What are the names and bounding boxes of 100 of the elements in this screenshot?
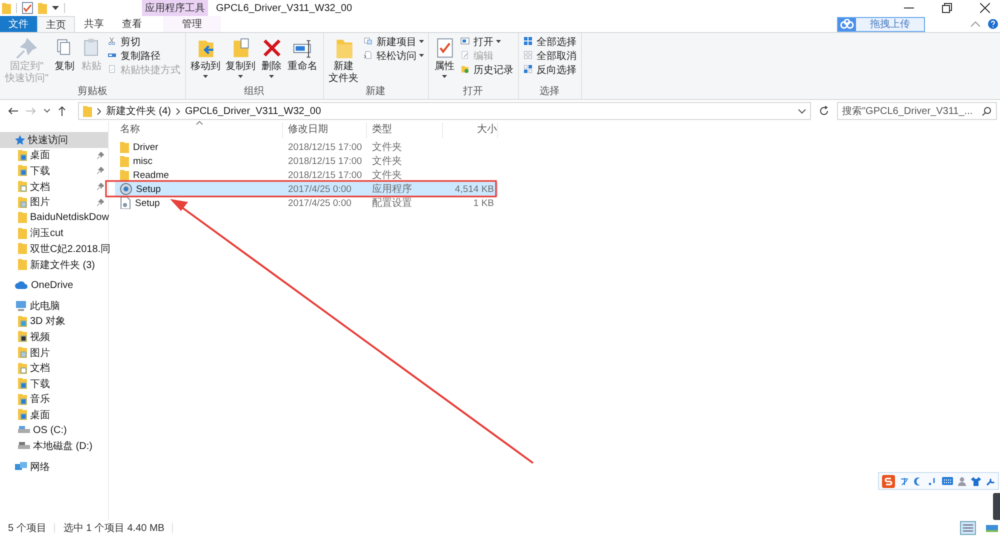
recent-dropdown-icon[interactable]	[44, 109, 50, 113]
folder-icon	[83, 106, 92, 116]
ribbon-command[interactable]: 全部选择	[522, 35, 577, 48]
ribbon-tab[interactable]: 主页	[37, 16, 75, 32]
navigation-item[interactable]: 图片	[0, 194, 108, 210]
collapse-ribbon-icon[interactable]	[971, 21, 980, 27]
wrench-icon[interactable]	[986, 476, 995, 486]
input-method-logo-icon[interactable]	[882, 474, 895, 488]
close-icon[interactable]	[980, 3, 990, 13]
ribbon-command[interactable]: 复制路径	[106, 49, 181, 62]
navigation-item[interactable]: 视频	[0, 329, 108, 345]
navigation-item[interactable]: 下载	[0, 376, 108, 392]
chevron-icon[interactable]	[97, 108, 101, 114]
help-icon[interactable]	[988, 19, 998, 29]
file-name: misc	[133, 156, 153, 166]
navigation-item[interactable]: 桌面	[0, 407, 108, 423]
chevron-icon[interactable]	[176, 108, 180, 114]
navigation-item[interactable]: 此电脑	[0, 298, 108, 314]
column-header[interactable]: 名称	[115, 122, 283, 138]
breadcrumb[interactable]: GPCL6_Driver_V311_W32_00	[185, 106, 322, 116]
ribbon-command[interactable]: 复制	[52, 35, 77, 73]
ribbon-command[interactable]: 轻松访问	[362, 49, 424, 62]
ribbon-command[interactable]: 新建 文件夹	[328, 35, 360, 85]
ribbon-tab[interactable]: 管理	[163, 16, 221, 32]
folder-icon	[18, 196, 27, 208]
table-cell-text: 2017/4/25 0:00	[287, 184, 352, 194]
file-row[interactable]: Setup 2017/4/25 0:00 应用程序 4,514 KB	[115, 182, 498, 196]
navigation-item[interactable]: 文档	[0, 360, 108, 376]
breadcrumb[interactable]: 新建文件夹 (4)	[106, 104, 171, 118]
ribbon-command[interactable]: 重命名	[286, 35, 319, 73]
file-name: Readme	[133, 170, 169, 180]
dropdown-icon[interactable]	[798, 108, 806, 114]
ribbon-command[interactable]: 全部取消	[522, 49, 577, 62]
navigation-item[interactable]: 音乐	[0, 392, 108, 408]
navigation-item[interactable]: 新建文件夹 (3)	[0, 256, 108, 272]
back-icon[interactable]	[8, 107, 18, 115]
folder-icon	[18, 331, 27, 342]
file-row[interactable]: Driver 2018/12/15 17:00 文件夹	[115, 140, 498, 154]
folder-icon	[18, 362, 27, 374]
restore-icon[interactable]	[942, 3, 952, 13]
language-icon[interactable]	[900, 476, 909, 486]
folder-icon	[18, 165, 27, 176]
column-header[interactable]: 类型	[367, 122, 443, 138]
punctuation-icon[interactable]	[928, 476, 937, 486]
refresh-icon[interactable]	[819, 106, 829, 116]
cloud-icon	[15, 280, 28, 290]
ribbon-command[interactable]: 新建项目	[362, 35, 424, 48]
navigation-item[interactable]: 本地磁盘 (D:)	[0, 438, 108, 454]
file-row[interactable]: Readme 2018/12/15 17:00 文件夹	[115, 168, 498, 182]
ribbon-command[interactable]: 剪切	[106, 35, 181, 48]
keyboard-icon[interactable]	[942, 477, 953, 485]
shirt-icon[interactable]	[971, 476, 981, 486]
column-header[interactable]: 修改日期	[283, 122, 367, 138]
folder-icon	[18, 347, 27, 358]
navigation-item[interactable]: 双世C妃2.2018.同	[0, 241, 108, 257]
navigation-item[interactable]: 图片	[0, 344, 108, 360]
item-count: 5 个项目	[8, 522, 46, 535]
folder-icon	[18, 378, 27, 390]
upload-button[interactable]: 拖拽上传	[837, 16, 925, 32]
person-icon[interactable]	[958, 476, 966, 486]
details-view-icon[interactable]	[960, 521, 976, 535]
navigation-item[interactable]: BaiduNetdiskDow	[0, 210, 108, 226]
ribbon-command[interactable]: 反向选择	[522, 63, 577, 76]
up-icon[interactable]	[58, 106, 66, 116]
properties-icon[interactable]	[22, 2, 33, 14]
search-field[interactable]: 搜索"GPCL6_Driver_V311_...	[837, 102, 997, 120]
group-label: 组织	[243, 86, 266, 99]
navigation-item[interactable]: 文档	[0, 178, 108, 194]
column-header[interactable]: 大小	[443, 122, 498, 138]
ribbon-command[interactable]: 历史记录	[460, 63, 514, 76]
ribbon-command[interactable]: 移动到	[190, 35, 222, 78]
address-bar[interactable]: 新建文件夹 (4) GPCL6_Driver_V311_W32_00	[78, 102, 811, 120]
navigation-item[interactable]: 润玉cut	[0, 226, 108, 242]
table-cell-text: 2018/12/15 17:00	[287, 170, 363, 180]
folder-icon	[18, 212, 27, 224]
window-title: GPCL6_Driver_V311_W32_00	[216, 2, 352, 14]
navigation-item[interactable]: OneDrive	[0, 277, 108, 293]
file-row[interactable]: misc 2018/12/15 17:00 文件夹	[115, 154, 498, 168]
navigation-item[interactable]: 快速访问	[0, 132, 108, 148]
navigation-item[interactable]: 桌面	[0, 148, 108, 164]
selection-info: 选中 1 个项目 4.40 MB	[63, 522, 164, 535]
open-icon	[460, 36, 472, 48]
file-tab[interactable]: 文件	[0, 16, 37, 32]
drive-icon	[18, 442, 30, 450]
navigation-item[interactable]: 3D 对象	[0, 314, 108, 330]
navigation-item[interactable]: OS (C:)	[0, 422, 108, 438]
ribbon-command[interactable]: 复制到	[224, 35, 257, 78]
drive-icon	[18, 426, 30, 434]
ribbon-command[interactable]: 属性	[432, 35, 457, 78]
ribbon-command[interactable]: 打开	[460, 35, 514, 48]
ribbon-tab[interactable]: 共享	[75, 16, 113, 32]
select-all-icon	[522, 36, 535, 48]
dropdown-icon[interactable]	[52, 6, 59, 10]
navigation-item[interactable]: 网络	[0, 458, 108, 474]
table-cell-text: 应用程序	[371, 182, 413, 196]
ribbon-command[interactable]: 删除	[260, 35, 284, 78]
ribbon-tab[interactable]: 查看	[113, 16, 151, 32]
navigation-item[interactable]: 下载	[0, 163, 108, 179]
file-row[interactable]: Setup 2017/4/25 0:00 配置设置 1 KB	[115, 196, 498, 210]
file-name: Setup	[135, 198, 160, 208]
